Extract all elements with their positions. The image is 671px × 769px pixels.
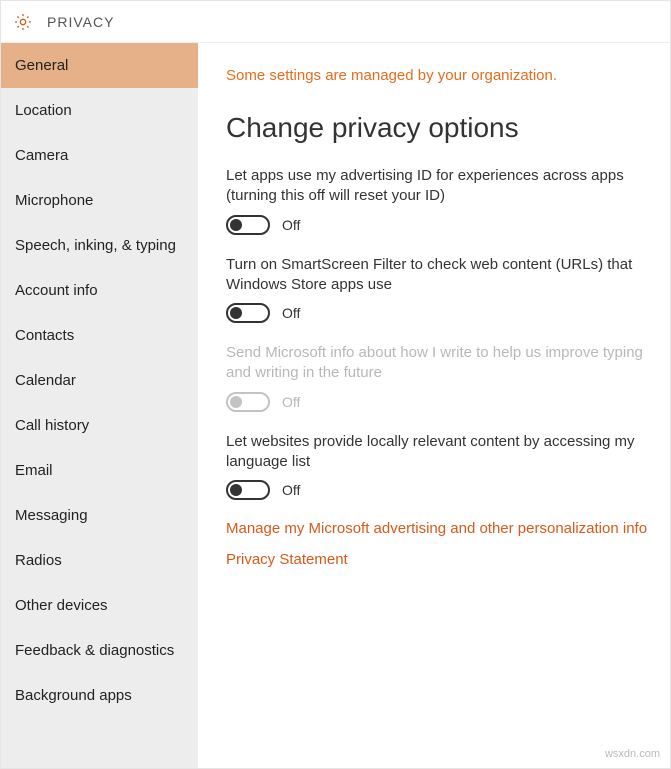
sidebar-item-label: Location xyxy=(15,102,72,119)
sidebar-item-label: Contacts xyxy=(15,327,74,344)
setting-smartscreen: Turn on SmartScreen Filter to check web … xyxy=(226,255,652,324)
sidebar-item-speech-inking-typing[interactable]: Speech, inking, & typing xyxy=(1,223,198,268)
sidebar-item-feedback-diagnostics[interactable]: Feedback & diagnostics xyxy=(1,628,198,673)
sidebar-item-label: Messaging xyxy=(15,507,88,524)
sidebar-item-label: Email xyxy=(15,462,53,479)
setting-send-typing-info: Send Microsoft info about how I write to… xyxy=(226,343,652,412)
sidebar-item-label: Radios xyxy=(15,552,62,569)
setting-advertising-id: Let apps use my advertising ID for exper… xyxy=(226,166,652,235)
toggle-row: Off xyxy=(226,480,652,500)
setting-label: Let apps use my advertising ID for exper… xyxy=(226,166,652,207)
sidebar-item-microphone[interactable]: Microphone xyxy=(1,178,198,223)
setting-label: Let websites provide locally relevant co… xyxy=(226,432,652,473)
sidebar-item-call-history[interactable]: Call history xyxy=(1,403,198,448)
toggle-row: Off xyxy=(226,215,652,235)
link-manage-advertising[interactable]: Manage my Microsoft advertising and othe… xyxy=(226,520,652,537)
page-title: PRIVACY xyxy=(47,14,114,30)
setting-label: Send Microsoft info about how I write to… xyxy=(226,343,652,384)
body: General Location Camera Microphone Speec… xyxy=(1,43,670,768)
toggle-send-typing-info xyxy=(226,392,270,412)
sidebar-item-background-apps[interactable]: Background apps xyxy=(1,673,198,718)
toggle-knob-icon xyxy=(230,396,242,408)
setting-language-list: Let websites provide locally relevant co… xyxy=(226,432,652,501)
toggle-advertising-id[interactable] xyxy=(226,215,270,235)
sidebar-item-location[interactable]: Location xyxy=(1,88,198,133)
sidebar-item-account-info[interactable]: Account info xyxy=(1,268,198,313)
toggle-row: Off xyxy=(226,303,652,323)
toggle-knob-icon xyxy=(230,484,242,496)
sidebar-item-other-devices[interactable]: Other devices xyxy=(1,583,198,628)
toggle-smartscreen[interactable] xyxy=(226,303,270,323)
managed-notice: Some settings are managed by your organi… xyxy=(226,67,652,84)
toggle-row: Off xyxy=(226,392,652,412)
toggle-state: Off xyxy=(282,217,300,233)
toggle-knob-icon xyxy=(230,219,242,231)
sidebar-item-general[interactable]: General xyxy=(1,43,198,88)
sidebar-item-contacts[interactable]: Contacts xyxy=(1,313,198,358)
sidebar: General Location Camera Microphone Speec… xyxy=(1,43,198,768)
sidebar-item-label: Other devices xyxy=(15,597,108,614)
link-privacy-statement[interactable]: Privacy Statement xyxy=(226,551,652,568)
settings-app: PRIVACY General Location Camera Micropho… xyxy=(0,0,671,769)
toggle-state: Off xyxy=(282,482,300,498)
sidebar-item-email[interactable]: Email xyxy=(1,448,198,493)
sidebar-item-label: Background apps xyxy=(15,687,132,704)
sidebar-item-label: Call history xyxy=(15,417,89,434)
sidebar-item-label: Speech, inking, & typing xyxy=(15,237,176,254)
content: Some settings are managed by your organi… xyxy=(198,43,670,768)
sidebar-item-label: General xyxy=(15,57,68,74)
sidebar-item-label: Feedback & diagnostics xyxy=(15,642,174,659)
toggle-knob-icon xyxy=(230,307,242,319)
sidebar-item-calendar[interactable]: Calendar xyxy=(1,358,198,403)
sidebar-item-label: Camera xyxy=(15,147,68,164)
sidebar-item-label: Account info xyxy=(15,282,98,299)
watermark: wsxdn.com xyxy=(605,748,660,760)
content-heading: Change privacy options xyxy=(226,112,652,144)
toggle-language-list[interactable] xyxy=(226,480,270,500)
gear-icon xyxy=(13,12,33,32)
sidebar-item-messaging[interactable]: Messaging xyxy=(1,493,198,538)
header: PRIVACY xyxy=(1,1,670,43)
sidebar-item-radios[interactable]: Radios xyxy=(1,538,198,583)
sidebar-item-camera[interactable]: Camera xyxy=(1,133,198,178)
setting-label: Turn on SmartScreen Filter to check web … xyxy=(226,255,652,296)
toggle-state: Off xyxy=(282,394,300,410)
sidebar-item-label: Microphone xyxy=(15,192,93,209)
sidebar-item-label: Calendar xyxy=(15,372,76,389)
toggle-state: Off xyxy=(282,305,300,321)
